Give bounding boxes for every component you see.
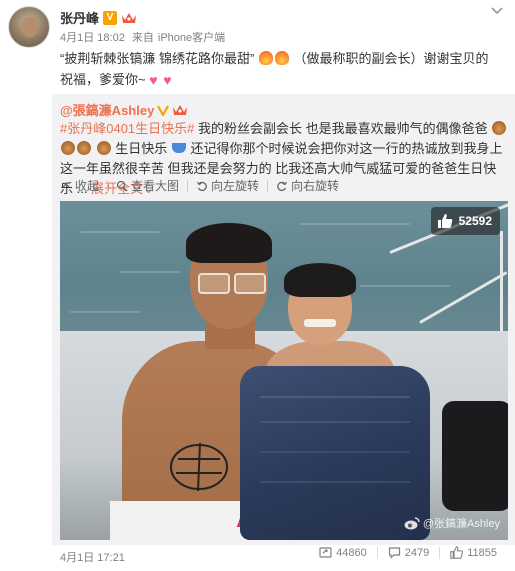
collapse-button[interactable]: 收起 (60, 177, 107, 194)
rotate-left-button[interactable]: 向左旋转 (196, 177, 267, 194)
wave (120, 271, 180, 273)
photo-likes-badge[interactable]: 52592 (430, 207, 500, 235)
post-text-part1: “披荆斩棘张镐濂 锦绣花路你最甜” (60, 51, 255, 66)
deer-icon (77, 141, 91, 155)
retweet-author-name[interactable]: @張鎬濂Ashley (60, 100, 154, 119)
crown-icon (172, 103, 188, 117)
photo-towel (240, 366, 430, 540)
comment-button[interactable]: 2479 (378, 546, 439, 559)
author-row: 张丹峰 V (60, 8, 137, 27)
image-toolbar: 收起 查看大图 向左旋转 向右旋转 (60, 177, 347, 194)
wave (360, 285, 450, 287)
photo-likes-count: 52592 (458, 214, 492, 228)
wave (80, 231, 160, 233)
comment-count: 2479 (404, 546, 430, 559)
rotate-right-icon (276, 180, 288, 192)
fire-icon (258, 51, 273, 65)
toolbar-divider (107, 179, 109, 192)
photo-bag (442, 401, 508, 511)
heart-icon: ♥ (163, 72, 172, 88)
fire-icon (274, 51, 289, 65)
collapse-label: 收起 (75, 179, 100, 193)
retweet-photo[interactable]: 52592 @张鎬濂Ashley (60, 201, 508, 540)
retweet-hashtag[interactable]: #张丹峰0401生日快乐# (60, 121, 194, 136)
retweet-text-part1: 我的粉丝会副会长 也是我最喜欢最帅气的偶像爸爸 (198, 121, 488, 136)
thumbs-up-icon (437, 214, 452, 228)
verified-v-icon (157, 104, 170, 116)
author-name[interactable]: 张丹峰 (60, 8, 99, 27)
photo-boy-hair (284, 263, 356, 297)
rotate-right-label: 向右旋转 (291, 179, 340, 193)
comment-icon (388, 546, 401, 559)
weibo-logo-icon (404, 517, 420, 530)
deer-icon (61, 141, 75, 155)
like-count: 11855 (467, 546, 497, 559)
photo-man-hair (186, 223, 272, 263)
boat-pole (500, 231, 503, 341)
deer-icon (96, 141, 111, 155)
view-large-button[interactable]: 查看大图 (116, 177, 187, 194)
forward-icon (319, 546, 332, 559)
rotate-left-icon (196, 180, 208, 192)
avatar-face (22, 17, 38, 37)
thumbs-up-icon (450, 546, 464, 559)
crown-icon (121, 11, 137, 25)
retweet-text-part2: 生日快乐 (115, 141, 168, 156)
verified-badge-icon: V (103, 10, 118, 25)
photo-sunglasses (198, 273, 266, 294)
deer-icon (492, 121, 507, 135)
retweet-date[interactable]: 4月1日 17:21 (60, 549, 125, 565)
wave (300, 223, 410, 225)
toolbar-divider (267, 179, 269, 192)
photo-watermark: @张鎬濂Ashley (404, 515, 500, 531)
forward-count: 44860 (336, 546, 367, 559)
view-large-label: 查看大图 (131, 179, 180, 193)
heart-icon: ♥ (149, 72, 158, 88)
forward-button[interactable]: 44860 (309, 546, 377, 559)
weibo-post: 张丹峰 V 4月1日 18:02 来自 iPhone客户端 “披荆斩棘张镐濂 锦绣… (0, 0, 515, 571)
post-meta: 4月1日 18:02 来自 iPhone客户端 (60, 29, 225, 45)
like-button[interactable]: 11855 (440, 546, 507, 559)
retweet-card: @張鎬濂Ashley #张丹峰0401生日快乐# 我的粉丝会副会长 也是我最喜欢… (52, 94, 515, 545)
post-source[interactable]: iPhone客户端 (158, 32, 225, 44)
rotate-left-label: 向左旋转 (211, 179, 260, 193)
source-prefix: 来自 (131, 32, 154, 44)
rotate-right-button[interactable]: 向右旋转 (276, 177, 347, 194)
collapse-icon (60, 180, 72, 192)
toolbar-divider (187, 179, 189, 192)
post-timestamp[interactable]: 4月1日 18:02 (60, 32, 125, 44)
chevron-down-icon[interactable] (489, 6, 505, 20)
boat-icon (171, 143, 186, 153)
doodle-drawing (170, 442, 228, 492)
photo-boy-smile (304, 319, 336, 327)
wave (70, 311, 140, 313)
retweet-author-row: @張鎬濂Ashley (60, 100, 188, 119)
author-avatar[interactable] (8, 6, 50, 48)
action-bar: 44860 2479 11855 (309, 546, 507, 559)
magnify-icon (116, 180, 128, 192)
photo-watermark-text: @张鎬濂Ashley (422, 518, 500, 530)
post-text: “披荆斩棘张镐濂 锦绣花路你最甜” （做最称职的副会长）谢谢宝贝的祝福，爹爱你~… (60, 48, 500, 90)
